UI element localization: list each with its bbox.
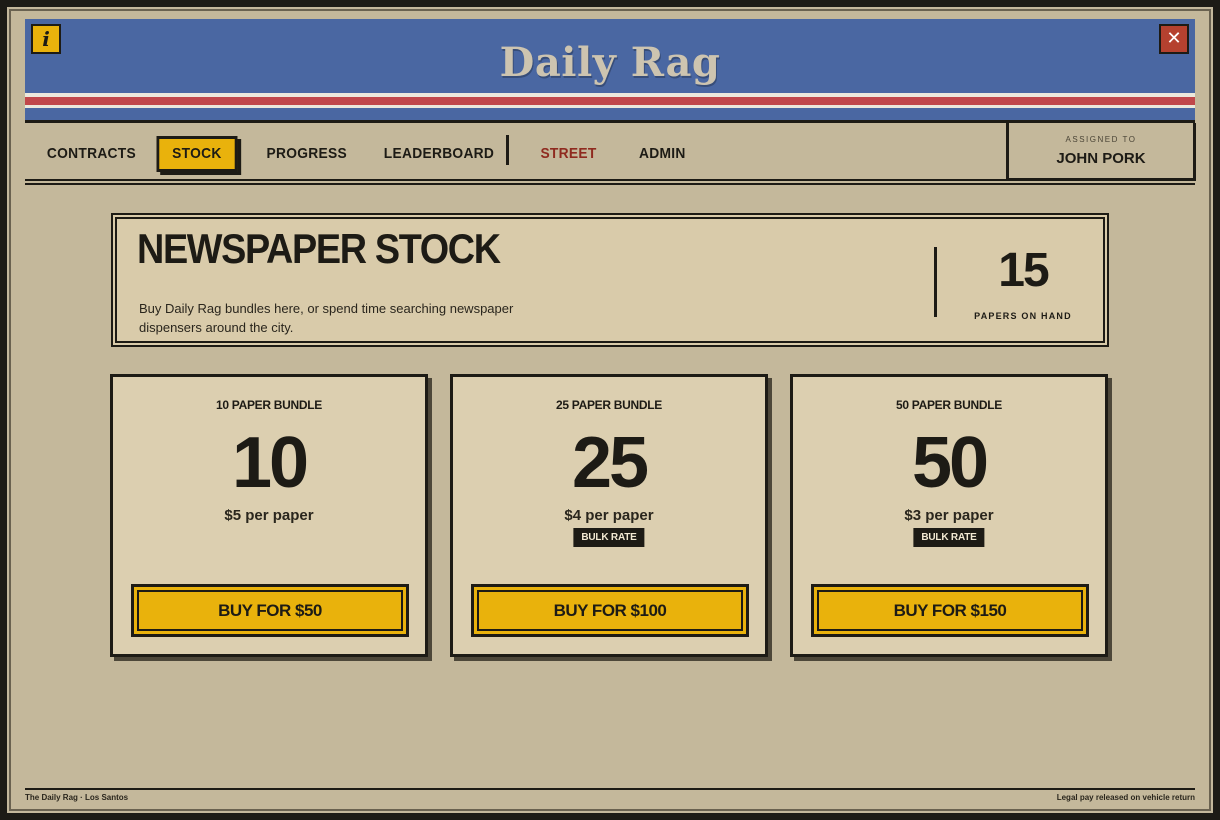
- footer-left-text: The Daily Rag · Los Santos: [25, 793, 129, 802]
- tab-contracts[interactable]: CONTRACTS: [47, 136, 136, 172]
- close-icon: ✕: [1166, 28, 1182, 49]
- tab-progress[interactable]: PROGRESS: [266, 136, 346, 172]
- bundle-price: $3 per paper: [904, 507, 994, 524]
- buy-button[interactable]: BUY FOR $100: [471, 584, 749, 637]
- buy-button-label: BUY FOR $150: [817, 590, 1083, 631]
- bundle-price: $4 per paper: [564, 507, 654, 524]
- bundle-name: 25 PAPER BUNDLE: [556, 398, 662, 412]
- stock-header-panel: NEWSPAPER STOCK Buy Daily Rag bundles he…: [111, 213, 1109, 347]
- close-button[interactable]: ✕: [1159, 24, 1189, 54]
- tab-street[interactable]: STREET: [540, 136, 596, 172]
- assigned-name: JOHN PORK: [1056, 150, 1146, 167]
- tab-leaderboard[interactable]: LEADERBOARD: [384, 136, 494, 172]
- bundle-card: 25 PAPER BUNDLE 25 $4 per paper BULK RAT…: [450, 374, 768, 657]
- app-frame: i Daily Rag ✕ CONTRACTS STOCK PROGRESS L…: [0, 0, 1220, 820]
- bundle-quantity: 10: [231, 423, 309, 503]
- bundle-card: 10 PAPER BUNDLE 10 $5 per paper BUY FOR …: [110, 374, 428, 657]
- assigned-box: ASSIGNED TO JOHN PORK: [1006, 123, 1196, 181]
- papers-on-hand-label: PAPERS ON HAND: [974, 311, 1072, 321]
- app-title: Daily Rag: [499, 39, 721, 86]
- tab-admin[interactable]: ADMIN: [639, 136, 686, 172]
- footer-rule: [25, 788, 1195, 790]
- tab-stock[interactable]: STOCK: [156, 136, 238, 172]
- assigned-label: ASSIGNED TO: [1065, 135, 1137, 144]
- page-title: NEWSPAPER STOCK: [137, 225, 501, 272]
- bundle-name: 50 PAPER BUNDLE: [896, 398, 1002, 412]
- bundle-card: 50 PAPER BUNDLE 50 $3 per paper BULK RAT…: [790, 374, 1108, 657]
- panel-divider: [934, 247, 937, 317]
- buy-button-label: BUY FOR $50: [137, 590, 403, 631]
- bundle-price: $5 per paper: [224, 507, 314, 524]
- bundle-quantity: 25: [571, 423, 649, 503]
- footer-right-text: Legal pay released on vehicle return: [1056, 793, 1195, 802]
- page-description: Buy Daily Rag bundles here, or spend tim…: [139, 301, 514, 335]
- buy-button[interactable]: BUY FOR $150: [811, 584, 1089, 637]
- bundle-name: 10 PAPER BUNDLE: [216, 398, 322, 412]
- bulk-rate-badge: BULK RATE: [913, 528, 985, 547]
- masthead: i Daily Rag ✕: [25, 19, 1195, 120]
- masthead-stripe-white: [25, 105, 1195, 108]
- bulk-rate-badge: BULK RATE: [573, 528, 645, 547]
- buy-button[interactable]: BUY FOR $50: [131, 584, 409, 637]
- nav-rule: [25, 179, 1006, 181]
- buy-button-label: BUY FOR $100: [477, 590, 743, 631]
- nav-divider: [506, 135, 509, 165]
- masthead-stripe-red: [25, 97, 1195, 105]
- papers-on-hand-count: 15: [998, 244, 1049, 297]
- nav-rule: [25, 183, 1195, 185]
- bundle-quantity: 50: [911, 423, 989, 503]
